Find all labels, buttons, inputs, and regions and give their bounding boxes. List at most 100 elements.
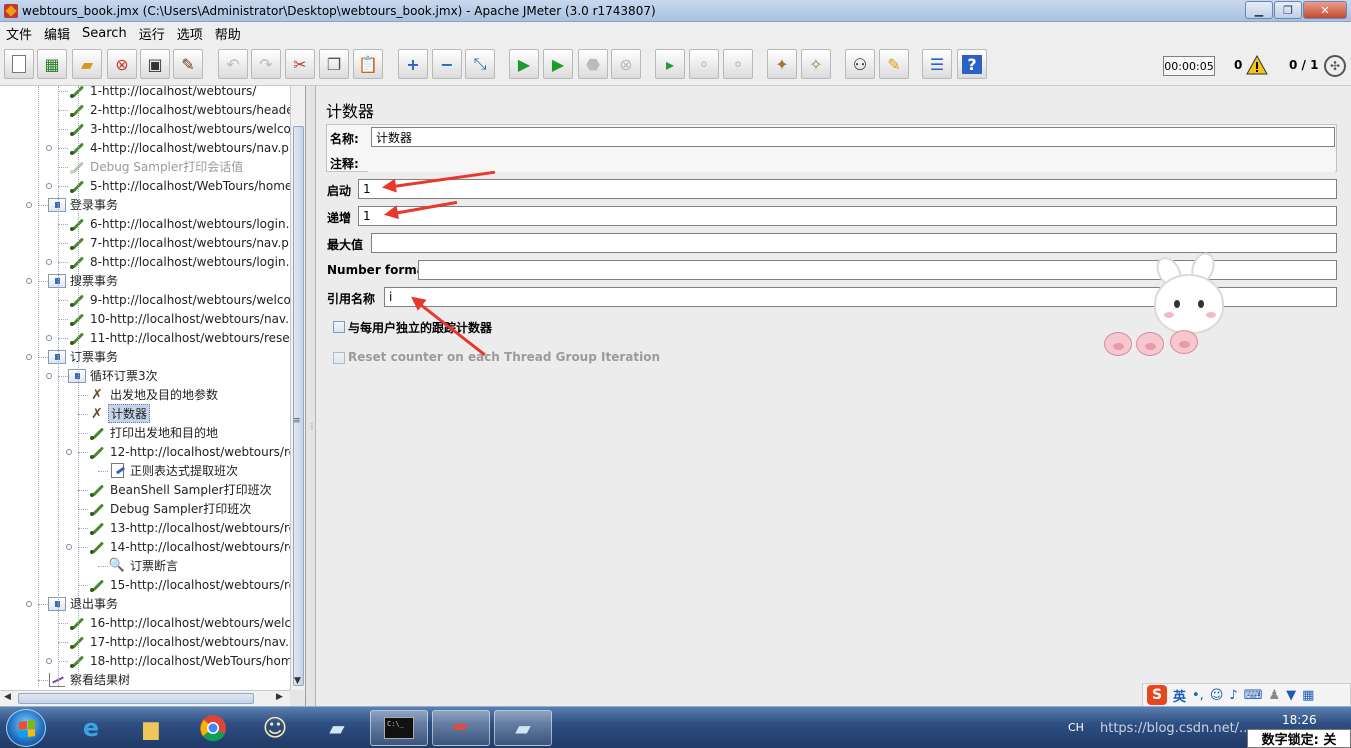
punctuation-icon[interactable]: •,: [1192, 688, 1204, 703]
collapse-all-button[interactable]: −: [432, 49, 462, 79]
tree-item[interactable]: 15-http://localhost/webtours/re: [88, 575, 298, 594]
tree-item[interactable]: 7-http://localhost/webtours/nav.pl: [68, 233, 294, 252]
tree-item[interactable]: Debug Sampler打印会话值: [68, 157, 245, 176]
tree-item[interactable]: 18-http://localhost/WebTours/hom: [68, 651, 295, 670]
copy-button[interactable]: ❐: [319, 49, 349, 79]
scrollbar-thumb[interactable]: [18, 693, 254, 704]
tree-item[interactable]: 循环订票3次: [68, 366, 160, 385]
menu-search[interactable]: Search: [82, 26, 127, 41]
clear-all-button[interactable]: ✧: [801, 49, 831, 79]
cut-button[interactable]: ✂: [285, 49, 315, 79]
tree-item[interactable]: 3-http://localhost/webtours/welcon: [68, 119, 300, 138]
name-input[interactable]: 计数器: [371, 127, 1335, 147]
tree-expand-handle[interactable]: [26, 354, 32, 360]
expand-all-button[interactable]: +: [398, 49, 428, 79]
taskbar-file-explorer[interactable]: ▆: [122, 710, 180, 746]
tree-item[interactable]: 打印出发地和目的地: [88, 423, 220, 442]
tree-item[interactable]: 1-http://localhost/webtours/: [68, 86, 258, 100]
tree-horizontal-scrollbar[interactable]: ◀ ▶: [0, 690, 290, 706]
tree-expand-handle[interactable]: [66, 449, 72, 455]
tree-item[interactable]: ✗ 出发地及目的地参数: [88, 385, 220, 404]
tree-item[interactable]: 9-http://localhost/webtours/welcon: [68, 290, 300, 309]
remote-engine-icon[interactable]: ✣: [1324, 55, 1346, 77]
ime-mode[interactable]: 英: [1173, 686, 1186, 705]
taskbar-internet-explorer[interactable]: e: [62, 710, 120, 746]
scroll-down-icon[interactable]: ▼: [294, 676, 301, 686]
scrollbar-thumb[interactable]: [293, 126, 304, 686]
input-language[interactable]: CH: [1068, 721, 1084, 734]
tree-item[interactable]: 17-http://localhost/webtours/nav.p: [68, 632, 299, 651]
stop-button[interactable]: ⬣: [578, 49, 608, 79]
tree-item[interactable]: 10-http://localhost/webtours/nav.p: [68, 309, 299, 328]
grid-icon[interactable]: ▦: [1302, 688, 1314, 703]
tree-item[interactable]: ✗ 计数器: [88, 404, 151, 423]
menu-options[interactable]: 选项: [177, 24, 203, 43]
remote-shutdown-button[interactable]: ⚬: [723, 49, 753, 79]
tree-item[interactable]: 8-http://localhost/webtours/login.p: [68, 252, 299, 271]
maximum-input[interactable]: [371, 233, 1337, 253]
user-icon[interactable]: ♟: [1268, 688, 1280, 703]
microphone-icon[interactable]: ♪: [1229, 688, 1237, 703]
paste-button[interactable]: 📋: [353, 49, 383, 79]
reset-counter-checkbox[interactable]: [333, 352, 345, 364]
tree-expand-handle[interactable]: [46, 183, 52, 189]
menu-help[interactable]: 帮助: [215, 24, 241, 43]
open-button[interactable]: ▰: [72, 49, 102, 79]
reset-search-button[interactable]: ✎: [879, 49, 909, 79]
toggle-button[interactable]: ⤡: [465, 49, 495, 79]
menu-edit[interactable]: 编辑: [44, 24, 70, 43]
tree-item[interactable]: BeanShell Sampler打印班次: [88, 480, 274, 499]
tree-expand-handle[interactable]: [26, 202, 32, 208]
tree-expand-handle[interactable]: [26, 278, 32, 284]
remote-start-button[interactable]: ▸: [655, 49, 685, 79]
tree-item[interactable]: 16-http://localhost/webtours/welco: [68, 613, 300, 632]
clear-button[interactable]: ✦: [767, 49, 797, 79]
keyboard-icon[interactable]: ⌨: [1244, 688, 1263, 703]
skin-icon[interactable]: ▼: [1286, 688, 1296, 703]
taskbar-chrome[interactable]: [184, 710, 242, 746]
scroll-right-icon[interactable]: ▶: [276, 692, 283, 702]
tree-item[interactable]: 察看结果树: [48, 670, 132, 689]
tree-item[interactable]: 11-http://localhost/webtours/resen: [68, 328, 299, 347]
tree-item[interactable]: 6-http://localhost/webtours/login.p: [68, 214, 299, 233]
tree-item[interactable]: 4-http://localhost/webtours/nav.pl: [68, 138, 294, 157]
search-button[interactable]: ⚇: [845, 49, 875, 79]
minimize-button[interactable]: ▁: [1245, 1, 1273, 19]
taskbar-cmd[interactable]: C:\_: [370, 710, 428, 746]
menu-file[interactable]: 文件: [6, 24, 32, 43]
tree-item[interactable]: Debug Sampler打印班次: [88, 499, 253, 518]
tree-item[interactable]: 5-http://localhost/WebTours/home: [68, 176, 294, 195]
tree-item[interactable]: 正则表达式提取班次: [108, 461, 240, 480]
close-file-button[interactable]: ⊗: [107, 49, 137, 79]
tree-expand-handle[interactable]: [26, 601, 32, 607]
per-user-checkbox[interactable]: [333, 321, 345, 333]
sogou-ime-icon[interactable]: S: [1147, 685, 1167, 705]
split-pane-divider[interactable]: ⋮⋮: [306, 86, 325, 706]
new-button[interactable]: [4, 49, 34, 79]
tree-expand-handle[interactable]: [46, 145, 52, 151]
tree-item[interactable]: 13-http://localhost/webtours/re: [88, 518, 298, 537]
help-button[interactable]: ?: [957, 49, 987, 79]
comment-input[interactable]: [368, 152, 1335, 172]
clock[interactable]: 18:26: [1282, 713, 1317, 727]
taskbar-app-face[interactable]: ☺: [246, 710, 304, 746]
start-no-pauses-button[interactable]: ▶: [543, 49, 573, 79]
tree-expand-handle[interactable]: [46, 259, 52, 265]
save-screenshot-button[interactable]: ✎: [173, 49, 203, 79]
remote-stop-button[interactable]: ⚬: [689, 49, 719, 79]
close-button[interactable]: ✕: [1303, 1, 1347, 19]
start-button[interactable]: ▶: [509, 49, 539, 79]
save-button[interactable]: ▣: [140, 49, 170, 79]
menu-run[interactable]: 运行: [139, 24, 165, 43]
undo-button[interactable]: ↶: [218, 49, 248, 79]
templates-button[interactable]: ▦: [37, 49, 67, 79]
tree-item[interactable]: 🔍 订票断言: [108, 556, 180, 575]
tree-item[interactable]: 2-http://localhost/webtours/header: [68, 100, 301, 119]
emoji-icon[interactable]: ☺: [1210, 688, 1224, 703]
tree-expand-handle[interactable]: [66, 544, 72, 550]
shutdown-button[interactable]: ⊗: [611, 49, 641, 79]
taskbar-notepad[interactable]: ▰: [308, 710, 366, 746]
tree-vertical-scrollbar[interactable]: ≡ ▼: [290, 86, 305, 690]
start-input[interactable]: 1: [358, 179, 1337, 199]
function-helper-button[interactable]: ☰: [922, 49, 952, 79]
